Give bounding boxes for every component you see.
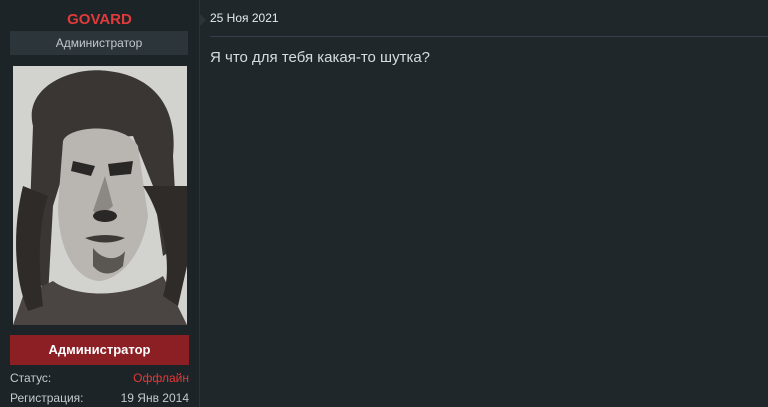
registration-value: 19 Янв 2014 xyxy=(120,391,189,405)
user-sidebar: GOVARD Администратор Администратор Стату… xyxy=(0,0,200,407)
avatar[interactable] xyxy=(13,66,187,325)
sidebar-pointer-arrow xyxy=(199,13,206,27)
username-link[interactable]: GOVARD xyxy=(0,11,199,28)
status-value: Оффлайн xyxy=(133,371,189,385)
registration-row: Регистрация: 19 Янв 2014 xyxy=(10,390,189,406)
status-row: Статус: Оффлайн xyxy=(10,370,189,386)
status-label: Статус: xyxy=(10,371,52,385)
post-date[interactable]: 25 Ноя 2021 xyxy=(210,11,279,25)
avatar-sketch xyxy=(13,66,187,325)
user-group-banner: Администратор xyxy=(10,335,189,365)
registration-label: Регистрация: xyxy=(10,391,84,405)
user-title: Администратор xyxy=(10,31,188,55)
post-divider xyxy=(210,36,768,37)
post-message: Я что для тебя какая-то шутка? xyxy=(210,49,431,66)
